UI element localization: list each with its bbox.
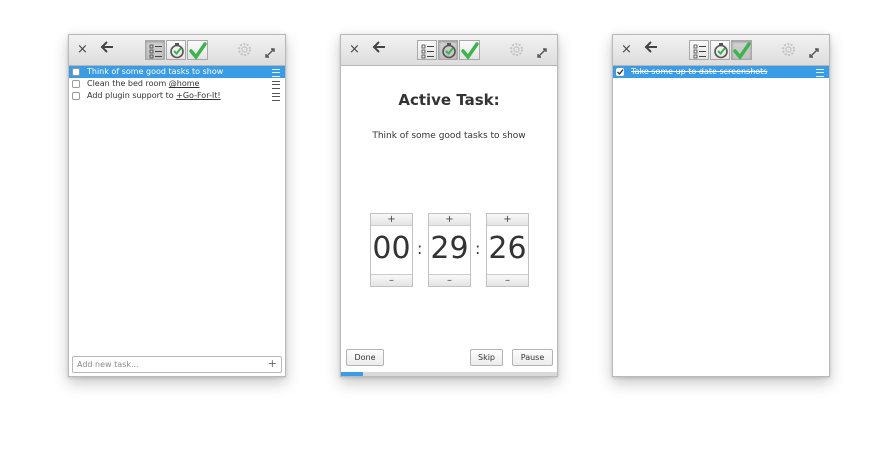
seconds-spinner[interactable]: + 26 – (486, 213, 529, 287)
active-task-heading: Active Task: (398, 91, 500, 109)
drag-handle-icon[interactable] (272, 93, 280, 101)
hours-value: 00 (372, 231, 411, 266)
expand-icon[interactable] (809, 43, 819, 62)
task-row[interactable]: Add plugin support to +Go-For-It! (69, 90, 285, 102)
minutes-spinner[interactable]: + 29 – (428, 213, 471, 287)
timer-tab[interactable] (710, 40, 730, 60)
todo-list-tab[interactable] (417, 40, 437, 60)
done-check-icon (461, 42, 479, 60)
task-checkbox[interactable] (72, 92, 80, 100)
add-task-icon[interactable]: + (268, 357, 277, 371)
task-row[interactable]: Clean the bed room @home (69, 78, 285, 90)
headerbar: × (613, 35, 829, 66)
close-icon[interactable]: × (349, 42, 360, 58)
task-row[interactable]: Think of some good tasks to show (69, 66, 285, 78)
checkmark-icon (617, 69, 624, 76)
done-tab[interactable] (459, 40, 480, 60)
timer-progress-fill (341, 372, 363, 376)
task-label: Clean the bed room @home (87, 79, 200, 88)
expand-icon[interactable] (265, 43, 275, 62)
todo-list-icon (149, 44, 162, 59)
hours-increment-button[interactable]: + (371, 214, 412, 226)
headerbar: × (69, 35, 285, 66)
task-checkbox[interactable] (72, 68, 80, 76)
back-arrow-icon[interactable] (644, 40, 658, 58)
view-switcher (417, 40, 480, 60)
timer-window: × Active Task: Think of some good tasks … (340, 34, 558, 377)
done-check-icon (733, 42, 751, 60)
seconds-value: 26 (488, 231, 527, 266)
task-label: Think of some good tasks to show (87, 67, 224, 76)
done-window: × Take some up to date screenshots (612, 34, 830, 377)
time-separator: : (417, 239, 423, 258)
back-arrow-icon[interactable] (372, 40, 386, 58)
timer-icon (170, 43, 184, 59)
done-tab[interactable] (731, 40, 752, 60)
active-task-name: Think of some good tasks to show (372, 131, 526, 141)
todo-list-tab[interactable] (145, 40, 165, 60)
done-button[interactable]: Done (346, 349, 384, 366)
minutes-decrement-button[interactable]: – (429, 274, 470, 286)
new-task-input[interactable]: Add new task... + (72, 356, 282, 373)
view-switcher (145, 40, 208, 60)
task-checkbox-checked[interactable] (616, 68, 624, 76)
skip-button[interactable]: Skip (470, 349, 503, 366)
done-tab[interactable] (187, 40, 208, 60)
context-tag[interactable]: @home (169, 79, 200, 88)
minutes-increment-button[interactable]: + (429, 214, 470, 226)
time-separator: : (475, 239, 481, 258)
new-task-placeholder: Add new task... (77, 360, 139, 369)
close-icon[interactable]: × (621, 42, 632, 58)
task-label: Take some up to date screenshots (631, 67, 768, 76)
seconds-decrement-button[interactable]: – (487, 274, 528, 286)
drag-handle-icon[interactable] (272, 69, 280, 77)
todo-window: × Think of some good tasks to show Clean… (68, 34, 286, 377)
drag-handle-icon[interactable] (816, 69, 824, 77)
pause-button[interactable]: Pause (512, 349, 553, 366)
back-arrow-icon[interactable] (100, 40, 114, 58)
hours-decrement-button[interactable]: – (371, 274, 412, 286)
done-task-row[interactable]: Take some up to date screenshots (613, 66, 829, 78)
drag-handle-icon[interactable] (272, 81, 280, 89)
seconds-increment-button[interactable]: + (487, 214, 528, 226)
gear-icon[interactable] (781, 42, 796, 61)
todo-list-icon (421, 44, 434, 59)
task-label: Add plugin support to +Go-For-It! (87, 91, 221, 100)
hours-spinner[interactable]: + 00 – (370, 213, 413, 287)
timer-tab[interactable] (438, 40, 458, 60)
minutes-value: 29 (430, 231, 469, 266)
timer-progress-bar (341, 372, 557, 376)
todo-list-icon (693, 44, 706, 59)
timer-icon (442, 43, 456, 59)
todo-list-tab[interactable] (689, 40, 709, 60)
expand-icon[interactable] (537, 43, 547, 62)
gear-icon[interactable] (509, 42, 524, 61)
done-check-icon (189, 42, 207, 60)
view-switcher (689, 40, 752, 60)
timer-tab[interactable] (166, 40, 186, 60)
project-tag[interactable]: +Go-For-It! (176, 91, 220, 100)
headerbar: × (341, 35, 557, 66)
close-icon[interactable]: × (77, 42, 88, 58)
gear-icon[interactable] (237, 42, 252, 61)
timer-icon (714, 43, 728, 59)
task-checkbox[interactable] (72, 80, 80, 88)
